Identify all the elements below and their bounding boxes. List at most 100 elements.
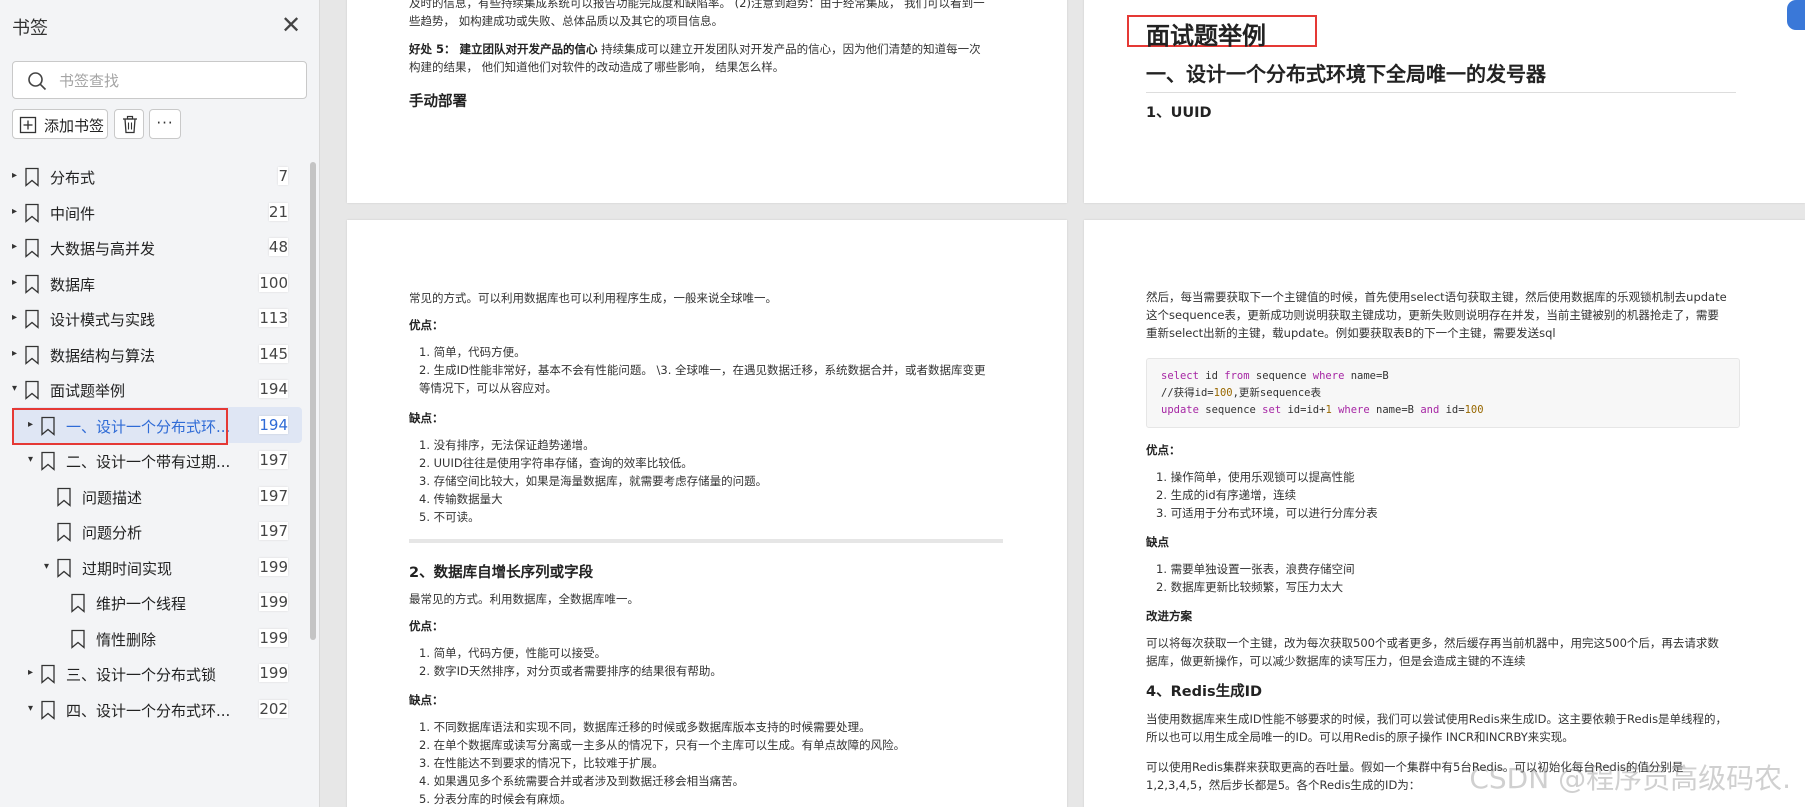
section-heading: 1、UUID — [1146, 105, 1212, 121]
sidebar-scrollbar[interactable] — [310, 162, 316, 640]
paragraph: 可以将每次获取一个主键，改为每次获取500个或者更多，然后缓存再当前机器中，用完… — [1146, 634, 1719, 670]
collapse-caret-icon[interactable]: ▾ — [28, 454, 38, 465]
bookmark-label: 三、设计一个分布式锁 — [66, 666, 217, 684]
benefit-title: 好处 5： 建立团队对开发产品的信心 — [409, 42, 598, 56]
pros-label: 优点： — [1146, 443, 1181, 457]
bookmark-item[interactable]: ▾ 四、设计一个分布式环... 202 — [12, 691, 302, 727]
paragraph: 然后，每当需要获取下一个主键值的时候，首先使用select语句获取主键，然后使用… — [1146, 288, 1727, 342]
paragraph-line: 当使用数据库来生成ID性能不够要求的时候，我们可以尝试使用Redis来生成ID。… — [1146, 712, 1728, 726]
bookmark-item[interactable]: 问题描述 197 — [12, 478, 302, 514]
bookmark-page-number: 21 — [268, 202, 288, 221]
list-item: 5. 分表分库的时候会有麻烦。 — [419, 792, 572, 806]
bookmark-icon — [25, 274, 39, 294]
bookmark-icon — [57, 522, 71, 542]
bookmark-label: 四、设计一个分布式环... — [66, 701, 231, 720]
bookmark-item[interactable]: ▸ 三、设计一个分布式锁 199 — [12, 655, 302, 691]
bookmark-item[interactable]: ▸ 大数据与高并发 48 — [12, 229, 302, 265]
bookmark-page-number: 197 — [259, 486, 288, 505]
bookmark-search-input[interactable] — [59, 68, 299, 94]
bookmark-icon — [71, 593, 85, 613]
list-item: 1. 没有排序，无法保证趋势递增。 — [419, 438, 595, 452]
bookmark-label: 维护一个线程 — [96, 595, 187, 613]
section-heading: 4、Redis生成ID — [1146, 684, 1262, 700]
divider — [1146, 92, 1736, 93]
document-view[interactable]: 及时的信息，有些持续集成系统可以报告功能完成度和缺陷率。 (2)注意到趋势：由于… — [320, 0, 1805, 807]
bookmark-item[interactable]: ▸ 设计模式与实践 113 — [12, 300, 302, 336]
collapse-caret-icon[interactable]: ▾ — [28, 703, 38, 714]
bookmark-page-number: 199 — [259, 628, 288, 647]
bookmark-icon — [25, 167, 39, 187]
pdf-reader-window: 书签 ✕ 添加书签 — [0, 0, 1805, 807]
bookmark-page-number: 202 — [259, 699, 288, 718]
benefit-text: 持续集成可以建立开发团队对开发产品的信心，因为他们清楚的知道每一次 — [597, 42, 981, 56]
sidebar-title: 书签 — [12, 18, 48, 39]
bookmark-label: 过期时间实现 — [82, 559, 173, 578]
more-options-button[interactable]: ··· — [149, 109, 181, 139]
bookmark-item[interactable]: 问题分析 197 — [12, 513, 302, 549]
list-item: 5. 不可读。 — [419, 510, 480, 524]
bookmark-item[interactable]: ▾ 面试题举例 194 — [12, 371, 302, 407]
add-bookmark-button[interactable]: 添加书签 — [12, 109, 108, 139]
bookmark-page-number: 197 — [259, 522, 288, 540]
section-heading: 2、数据库自增长序列或字段 — [409, 565, 594, 581]
paragraph: 最常见的方式。利用数据库，全数据库唯一。 — [409, 592, 639, 606]
bookmark-page-number: 7 — [278, 167, 288, 185]
paragraph: 当使用数据库来生成ID性能不够要求的时候，我们可以尝试使用Redis来生成ID。… — [1146, 710, 1727, 746]
bookmark-label: 问题描述 — [82, 488, 143, 507]
bookmark-label: 数据结构与算法 — [50, 346, 156, 365]
bookmark-icon — [71, 629, 85, 649]
bookmark-item[interactable]: 维护一个线程 199 — [12, 584, 302, 620]
list-item: 3. 可适用于分布式环境，可以进行分库分表 — [1156, 506, 1378, 520]
bookmark-label: 面试题举例 — [50, 382, 126, 400]
bookmark-item[interactable]: 惰性删除 199 — [12, 620, 302, 656]
cons-list: 1. 不同数据库语法和实现不同，数据库迁移的时候或多数据库版本支持的时候需要处理… — [419, 718, 905, 807]
paragraph-line: 据库，做更新操作，可以减少数据库的读写压力，但是会造成主键的不连续 — [1146, 654, 1526, 668]
expand-caret-icon[interactable]: ▸ — [28, 667, 38, 678]
bookmark-item[interactable]: ▸ 数据库 100 — [12, 265, 302, 301]
expand-caret-icon[interactable]: ▸ — [12, 312, 22, 323]
list-item: 3. 存储空间比较大，如果是海量数据库，就需要考虑存储量的问题。 — [419, 474, 768, 488]
list-item: 2. 数据库更新比较频繁，写压力太大 — [1156, 580, 1344, 594]
expand-caret-icon[interactable]: ▸ — [12, 206, 22, 217]
list-item: 1. 需要单独设置一张表，浪费存储空间 — [1156, 562, 1355, 576]
trash-icon — [123, 115, 137, 134]
code-line: select id from sequence where name=B — [1161, 370, 1389, 382]
expand-caret-icon[interactable]: ▸ — [12, 241, 22, 252]
bookmark-label: 分布式 — [50, 169, 96, 187]
list-item: 2. UUID往往是使用字符串存储，查询的效率比较低。 — [419, 456, 693, 470]
expand-caret-icon[interactable]: ▸ — [12, 277, 22, 288]
bookmark-label: 问题分析 — [82, 524, 143, 542]
close-icon[interactable]: ✕ — [276, 12, 306, 40]
bookmark-item[interactable]: ▸ 分布式 7 — [12, 158, 302, 194]
list-item: 1. 操作简单，使用乐观锁可以提高性能 — [1156, 470, 1355, 484]
list-item: 2. 在单个数据库或读写分离或一主多从的情况下，只有一个主库可以生成。有单点故障… — [419, 738, 906, 752]
bookmark-item[interactable]: ▾ 过期时间实现 199 — [12, 549, 302, 585]
bookmark-page-number: 145 — [259, 344, 288, 363]
list-item: 1. 简单，代码方便。 — [419, 345, 526, 359]
paragraph-line: 可以将每次获取一个主键，改为每次获取500个或者更多，然后缓存再当前机器中，用完… — [1146, 636, 1719, 650]
floating-tool-button[interactable] — [1787, 0, 1805, 30]
bookmark-item[interactable]: ▾ 二、设计一个带有过期... 197 — [12, 442, 302, 478]
collapse-caret-icon[interactable]: ▾ — [44, 561, 54, 572]
expand-caret-icon[interactable]: ▸ — [12, 348, 22, 359]
collapse-caret-icon[interactable]: ▾ — [12, 383, 22, 394]
bookmark-search-box[interactable] — [12, 61, 307, 99]
bookmark-label: 中间件 — [50, 204, 96, 223]
highlight-box — [12, 408, 228, 445]
chapter-heading: 一、设计一个分布式环境下全局唯一的发号器 — [1146, 62, 1546, 86]
list-item: 2. 生成ID性能非常好，基本不会有性能问题。 \3. 全球唯一，在遇见数据迁移… — [419, 363, 986, 377]
bookmark-icon — [41, 451, 55, 471]
bookmark-page-number: 199 — [259, 557, 288, 576]
pros-list: 1. 简单，代码方便，性能可以接受。 2. 数字ID天然排序，对分页或者需要排序的… — [419, 644, 722, 680]
bookmark-item[interactable]: ▸ 数据结构与算法 145 — [12, 336, 302, 372]
code-line: update sequence set id=id+1 where name=B… — [1161, 404, 1484, 416]
bookmark-label: 设计模式与实践 — [50, 311, 156, 329]
paragraph-line: 些趋势， 如构建成功或失败、总体品质以及其它的项目信息。 — [409, 14, 724, 28]
bookmark-page-number: 194 — [259, 415, 288, 434]
paragraph: 好处 5： 建立团队对开发产品的信心 持续集成可以建立开发团队对开发产品的信心，… — [409, 40, 981, 58]
bookmark-item[interactable]: ▸ 中间件 21 — [12, 194, 302, 230]
pros-label: 优点： — [409, 619, 444, 633]
expand-caret-icon[interactable]: ▸ — [12, 170, 22, 181]
delete-bookmark-button[interactable] — [114, 109, 144, 139]
add-bookmark-label: 添加书签 — [44, 117, 105, 135]
